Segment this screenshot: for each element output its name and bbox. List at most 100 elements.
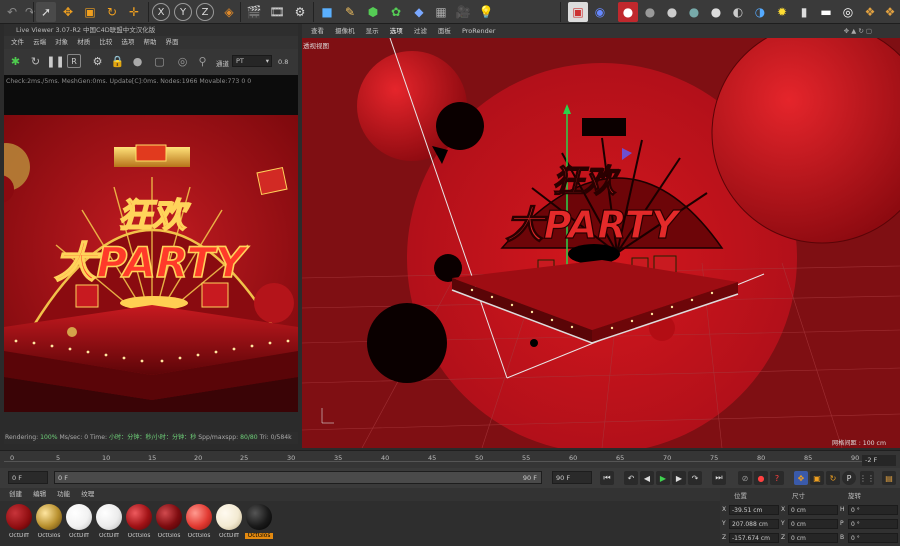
octane-settings-icon[interactable]: ▣ [568, 2, 588, 22]
live-select-icon[interactable]: ✛ [124, 2, 144, 22]
material-swatch[interactable]: OctDiff [65, 503, 93, 545]
key-scale-icon[interactable]: ▣ [810, 471, 824, 485]
sphere-grey-icon[interactable]: ● [640, 2, 660, 22]
sphere-light-icon[interactable]: ● [662, 2, 682, 22]
vp-menu-display[interactable]: 显示 [366, 27, 379, 35]
next-key-icon[interactable]: ↷ [688, 471, 702, 485]
render-settings-icon[interactable]: ⚙ [290, 2, 310, 22]
send-scene-icon[interactable]: ✱ [7, 53, 24, 70]
size-z-field[interactable]: 0 cm [788, 533, 838, 543]
lv-menu-compare[interactable]: 比较 [99, 38, 112, 46]
z-axis-icon[interactable]: Z [196, 3, 214, 21]
pause-icon[interactable]: ❚❚ [46, 53, 64, 70]
vp-menu-camera[interactable]: 摄像机 [335, 27, 355, 35]
material-swatch-selected[interactable]: OctGlos [245, 503, 273, 545]
settings-gear-icon[interactable]: ⚙ [89, 53, 106, 70]
light-icon[interactable]: 💡 [476, 2, 496, 22]
vp-menu-prorender[interactable]: ProRender [462, 27, 495, 35]
move-icon[interactable]: ✥ [58, 2, 78, 22]
frame-icon[interactable]: ▢ [151, 53, 168, 70]
prev-frame-icon[interactable]: ◀ [640, 471, 654, 485]
end-frame-field[interactable]: 90 F [552, 471, 592, 484]
coordinate-system-icon[interactable]: ◈ [219, 2, 239, 22]
mat-menu-function[interactable]: 功能 [57, 490, 70, 498]
viewport-nav-icons[interactable]: ✥ ▲ ↻ ▢ [844, 24, 872, 38]
half-sphere-icon[interactable]: ◐ [728, 2, 748, 22]
half-sphere-blue-icon[interactable]: ◑ [750, 2, 770, 22]
vp-menu-panel[interactable]: 面板 [438, 27, 451, 35]
range-slider[interactable]: 0 F 90 F [54, 471, 542, 484]
timeline-ruler[interactable]: 0 5 10 15 20 25 30 35 40 45 50 55 60 65 … [0, 450, 900, 468]
subdivision-icon[interactable]: ⬢ [363, 2, 383, 22]
select-icon[interactable]: ➚ [36, 2, 56, 22]
texture-icon[interactable]: ▮ [794, 2, 814, 22]
restart-icon[interactable]: ↻ [27, 53, 44, 70]
lv-menu-cloud[interactable]: 云端 [33, 38, 46, 46]
focus-icon[interactable]: ◎ [174, 53, 191, 70]
lv-menu-material[interactable]: 材质 [77, 38, 90, 46]
sun-icon[interactable]: ✹ [772, 2, 792, 22]
camera-icon[interactable]: 🎥 [453, 2, 473, 22]
undo-icon[interactable]: ↶ [2, 2, 22, 22]
pos-y-field[interactable]: 207.088 cm [729, 519, 779, 529]
record-lock-icon[interactable]: ⊘ [738, 471, 752, 485]
mat-menu-texture[interactable]: 纹理 [81, 490, 94, 498]
autokey-icon[interactable]: ? [770, 471, 784, 485]
perspective-viewport[interactable]: 狂欢 大PARTY [302, 38, 900, 448]
key-rotate-icon[interactable]: ↻ [826, 471, 840, 485]
material-swatch[interactable]: OctGlos [35, 503, 63, 545]
sphere-white-icon[interactable]: ● [706, 2, 726, 22]
pos-z-field[interactable]: -157.674 cm [729, 533, 779, 543]
pos-x-field[interactable]: -39.51 cm [729, 505, 779, 515]
size-x-field[interactable]: 0 cm [788, 505, 838, 515]
key-grid-icon[interactable]: ⋮⋮ [859, 471, 875, 485]
record-icon[interactable]: ● [754, 471, 768, 485]
zoom-value[interactable]: 0.8 [278, 58, 288, 66]
size-y-field[interactable]: 0 cm [788, 519, 838, 529]
deformer-icon[interactable]: ◆ [409, 2, 429, 22]
rot-b-field[interactable]: 0 ° [848, 533, 898, 543]
floor-icon[interactable]: ▦ [431, 2, 451, 22]
x-axis-icon[interactable]: X [152, 3, 170, 21]
y-axis-icon[interactable]: Y [174, 3, 192, 21]
play-icon[interactable]: ▶ [656, 471, 670, 485]
area-light-icon[interactable]: ▬ [816, 2, 836, 22]
material-swatch[interactable]: OctGlos [185, 503, 213, 545]
vp-menu-filter[interactable]: 过滤 [414, 27, 427, 35]
prev-key-icon[interactable]: ↶ [624, 471, 638, 485]
material-swatch[interactable]: OctDiff [95, 503, 123, 545]
lv-menu-objects[interactable]: 对象 [55, 38, 68, 46]
scale-icon[interactable]: ▣ [80, 2, 100, 22]
region-render-icon[interactable]: R [67, 54, 81, 68]
rot-p-field[interactable]: 0 ° [848, 519, 898, 529]
pin-icon[interactable]: ⚲ [194, 53, 211, 70]
lv-menu-interface[interactable]: 界面 [166, 38, 179, 46]
lock-icon[interactable]: 🔒 [109, 53, 126, 70]
current-frame[interactable]: -2 F [862, 455, 896, 466]
package2-icon[interactable]: ❖ [880, 2, 900, 22]
material-swatch[interactable]: OctDiff [215, 503, 243, 545]
pen-icon[interactable]: ✎ [340, 2, 360, 22]
mat-menu-edit[interactable]: 编辑 [33, 490, 46, 498]
rotate-icon[interactable]: ↻ [102, 2, 122, 22]
start-frame-field[interactable]: 0 F [8, 471, 48, 484]
key-move-icon[interactable]: ✥ [794, 471, 808, 485]
material-swatch[interactable]: OctGlos [125, 503, 153, 545]
material-swatch[interactable]: OctGlos [155, 503, 183, 545]
goto-start-icon[interactable]: ⏮ [600, 471, 614, 485]
vp-menu-view[interactable]: 查看 [311, 27, 324, 35]
package-icon[interactable]: ❖ [860, 2, 880, 22]
vp-menu-options[interactable]: 选项 [390, 27, 403, 35]
film-icon[interactable]: ▤ [882, 471, 896, 485]
sphere-chrome-icon[interactable]: ● [684, 2, 704, 22]
octane-objects-icon[interactable]: ◉ [590, 2, 610, 22]
channel-select[interactable]: PT ▾ [232, 55, 272, 67]
render-picture-viewer-icon[interactable]: 🎞 [267, 2, 287, 22]
next-frame-icon[interactable]: ▶ [672, 471, 686, 485]
cube-icon[interactable]: ■ [317, 2, 337, 22]
mat-menu-create[interactable]: 创建 [9, 490, 22, 498]
render-view-icon[interactable]: 🎬 [244, 2, 264, 22]
sphere-preview-icon[interactable]: ● [129, 53, 146, 70]
octane-camera-icon[interactable]: ● [618, 2, 638, 22]
ring-icon[interactable]: ◎ [838, 2, 858, 22]
